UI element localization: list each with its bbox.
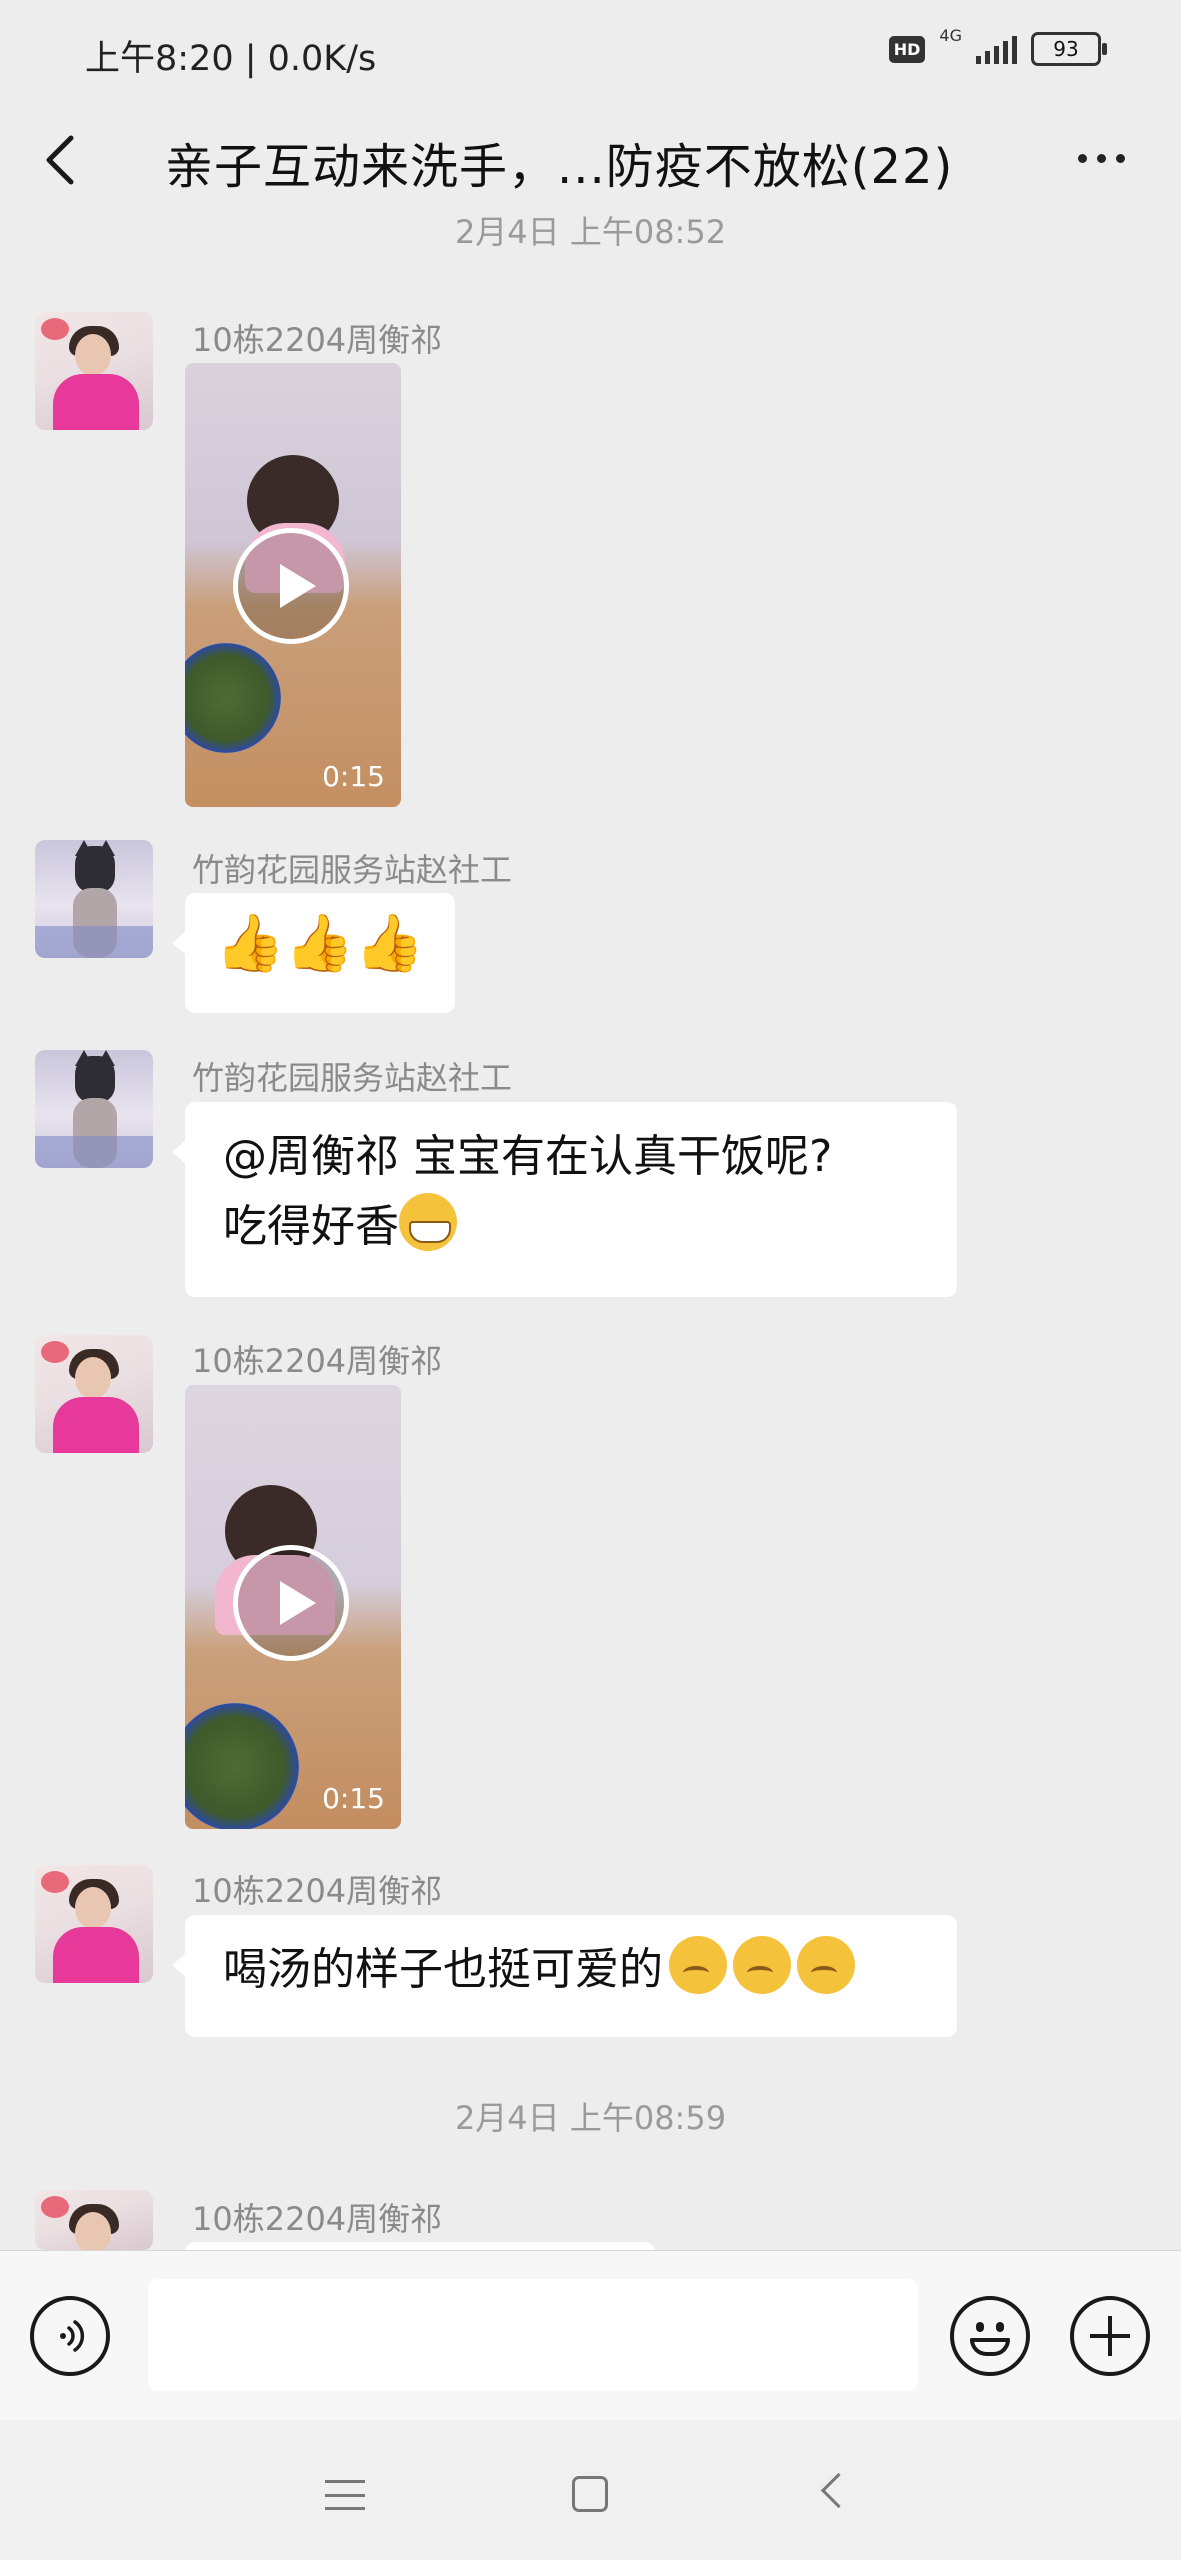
back-button[interactable]	[30, 125, 90, 195]
video-duration: 0:15	[322, 760, 385, 793]
avatar[interactable]	[35, 1050, 153, 1168]
message-text: @周衡祁 宝宝有在认真干饭呢?	[223, 1131, 833, 1182]
signal-icon	[976, 34, 1017, 64]
chat-header: 亲子互动来洗手，...防疫不放松(22)	[0, 105, 1181, 215]
sender-name: 10栋2204周衡祁	[192, 321, 443, 359]
thinking-emoji	[733, 1936, 791, 1994]
sender-name: 竹韵花园服务站赵社工	[192, 1059, 513, 1097]
battery-level: 93	[1053, 37, 1079, 61]
avatar[interactable]	[35, 312, 153, 430]
avatar[interactable]	[35, 2190, 153, 2250]
more-button[interactable]	[1061, 133, 1141, 183]
chat-title: 亲子互动来洗手，...防疫不放松(22)	[165, 139, 954, 195]
battery-icon: 93	[1031, 32, 1107, 66]
emoji-button[interactable]	[950, 2296, 1030, 2376]
avatar[interactable]	[35, 1865, 153, 1983]
timestamp: 2月4日 上午08:52	[454, 213, 727, 251]
sender-name: 10栋2204周衡祁	[192, 1342, 443, 1380]
status-icons: HD 4G 93	[888, 26, 1107, 66]
sender-name: 10栋2204周衡祁	[192, 2200, 443, 2238]
thinking-emoji	[797, 1936, 855, 1994]
play-icon[interactable]	[233, 1545, 349, 1661]
sender-name: 10栋2204周衡祁	[192, 1872, 443, 1910]
message-input[interactable]	[148, 2279, 918, 2391]
hd-icon: HD	[888, 35, 926, 63]
avatar[interactable]	[35, 1335, 153, 1453]
status-bar: 上午8:20 | 0.0K/s HD 4G 93	[0, 0, 1181, 105]
status-time: 上午8:20 | 0.0K/s	[85, 39, 377, 79]
thinking-emoji	[669, 1936, 727, 1994]
message-text: 吃得好香	[223, 1192, 919, 1262]
timestamp: 2月4日 上午08:59	[454, 2099, 727, 2137]
video-message[interactable]: 0:15	[185, 363, 401, 807]
plus-button[interactable]	[1070, 2296, 1150, 2376]
video-message[interactable]: 0:15	[185, 1385, 401, 1829]
menu-icon	[325, 2480, 365, 2483]
chevron-left-icon	[46, 135, 74, 185]
input-bar	[0, 2250, 1181, 2421]
recents-button[interactable]	[325, 2480, 365, 2510]
video-duration: 0:15	[322, 1782, 385, 1815]
text-message[interactable]: 喝汤的样子也挺可爱的	[172, 1915, 957, 2037]
system-back-button[interactable]	[820, 2472, 857, 2509]
voice-icon	[60, 2320, 85, 2352]
home-button[interactable]	[572, 2476, 608, 2512]
emoji-message[interactable]: 👍👍👍	[172, 893, 455, 1013]
play-icon[interactable]	[233, 528, 349, 644]
message-text: 喝汤的样子也挺可爱的	[223, 1944, 663, 1995]
text-message[interactable]: @周衡祁 宝宝有在认真干饭呢? 吃得好香	[172, 1102, 957, 1297]
thumbs-up-emoji: 👍👍👍	[215, 911, 425, 976]
system-nav-bar	[0, 2420, 1181, 2560]
grin-emoji	[399, 1193, 457, 1251]
avatar[interactable]	[35, 840, 153, 958]
emoji-icon	[976, 2322, 984, 2332]
voice-button[interactable]	[30, 2296, 110, 2376]
sender-name: 竹韵花园服务站赵社工	[192, 851, 513, 889]
more-dots-icon	[1077, 153, 1087, 163]
network-label: 4G	[939, 25, 962, 45]
